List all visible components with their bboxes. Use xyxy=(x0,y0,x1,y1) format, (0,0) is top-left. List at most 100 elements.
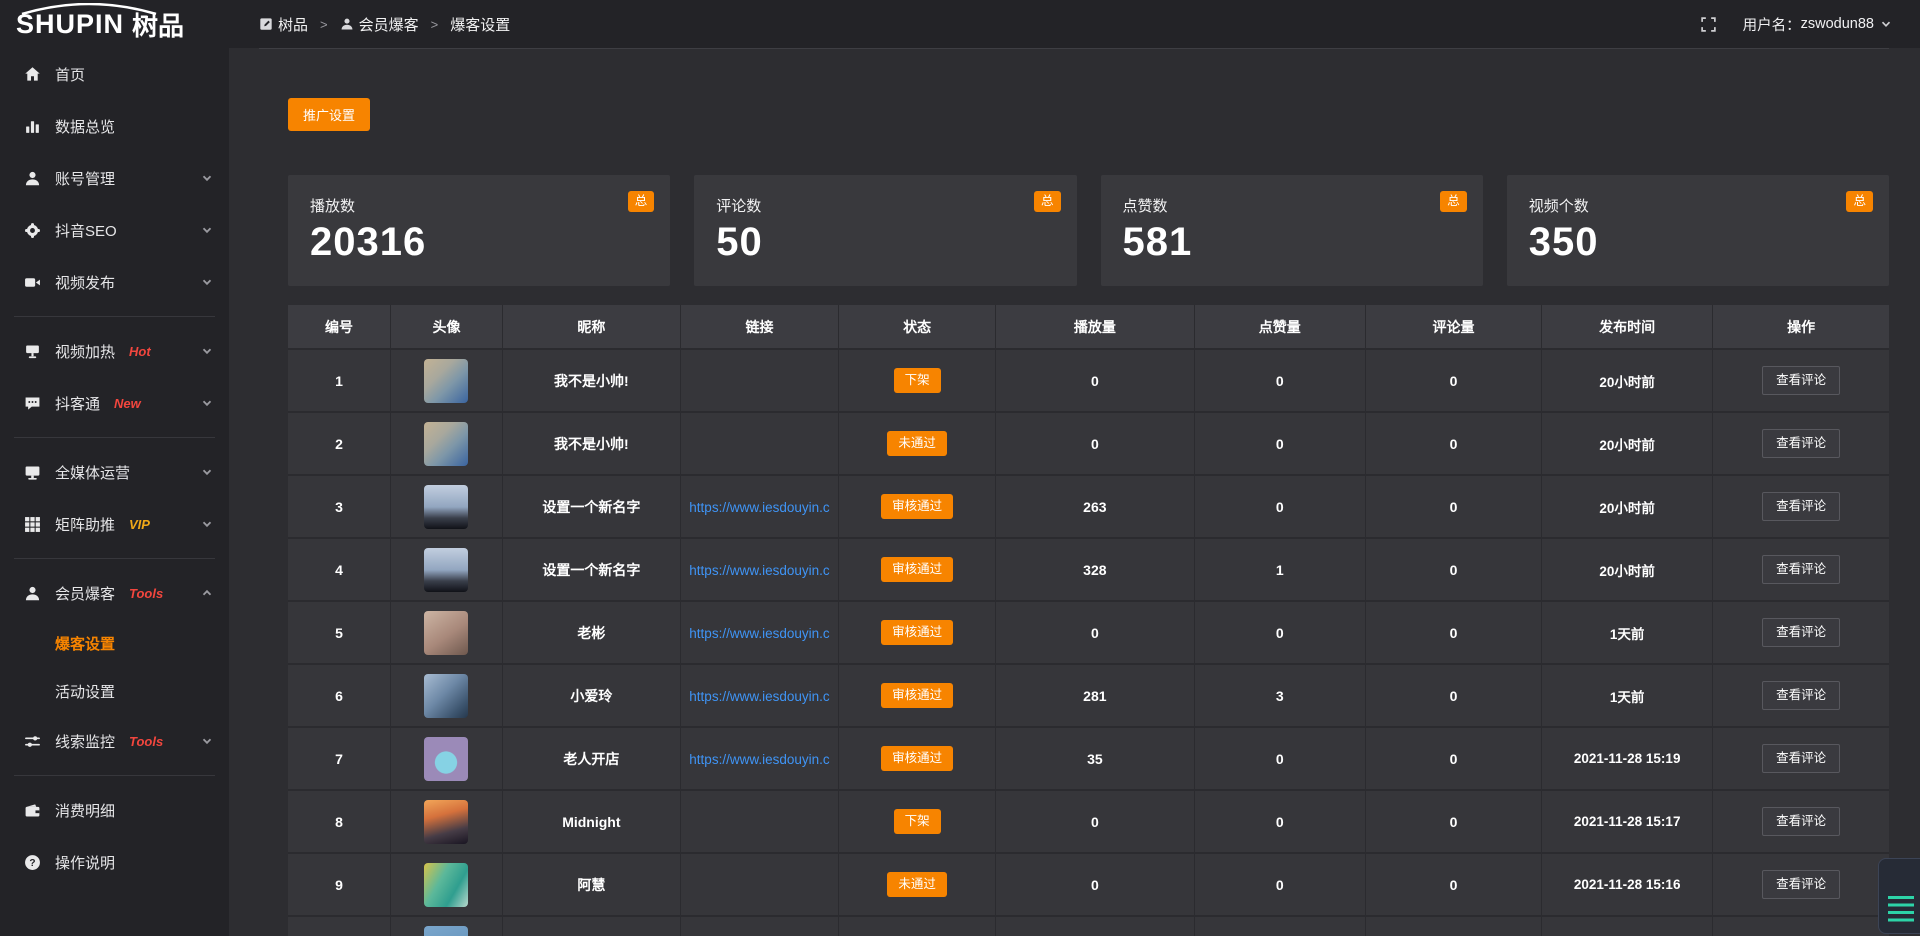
status-badge[interactable]: 下架 xyxy=(894,368,941,393)
cell-link: https://www.iesdouyin.c xyxy=(680,475,838,538)
avatar xyxy=(424,926,468,936)
cell-action: 查看评论 xyxy=(1713,853,1889,916)
cell-plays xyxy=(996,916,1195,936)
status-badge[interactable]: 未通过 xyxy=(887,431,947,456)
promotion-settings-button[interactable]: 推广设置 xyxy=(288,98,370,131)
sidebar-item-clue-monitor[interactable]: 线索监控 Tools xyxy=(0,715,229,767)
sidebar-item-omni-media[interactable]: 全媒体运营 xyxy=(0,446,229,498)
view-comments-button[interactable]: 查看评论 xyxy=(1762,807,1840,836)
grid-icon xyxy=(24,516,41,533)
sidebar-item-home[interactable]: 首页 xyxy=(0,48,229,100)
sidebar-item-video-publish[interactable]: 视频发布 xyxy=(0,256,229,308)
view-comments-button[interactable]: 查看评论 xyxy=(1762,492,1840,521)
sidebar-item-matrix-boost[interactable]: 矩阵助推VIP xyxy=(0,498,229,550)
stat-total-badge: 总 xyxy=(1440,191,1467,212)
cell-id: 7 xyxy=(288,727,390,790)
video-link[interactable]: https://www.iesdouyin.c xyxy=(689,626,829,641)
table-row: 7老人开店https://www.iesdouyin.c审核通过35002021… xyxy=(288,727,1889,790)
status-badge[interactable]: 审核通过 xyxy=(881,746,953,771)
cell-action xyxy=(1713,916,1889,936)
cell-plays: 0 xyxy=(996,790,1195,853)
app-logo[interactable]: SHUPIN 树品 xyxy=(0,0,229,48)
table-row: 4设置一个新名字https://www.iesdouyin.c审核通过32810… xyxy=(288,538,1889,601)
video-link[interactable]: https://www.iesdouyin.c xyxy=(689,563,829,578)
sidebar-item-badge: Tools xyxy=(129,586,163,601)
cell-plays: 0 xyxy=(996,853,1195,916)
stat-value: 50 xyxy=(716,220,1076,265)
floating-widget[interactable] xyxy=(1878,858,1920,934)
column-header: 昵称 xyxy=(503,305,681,349)
sidebar-subitem-baoke-settings[interactable]: 爆客设置 xyxy=(0,619,229,667)
cell-link: https://www.iesdouyin.c xyxy=(680,664,838,727)
status-badge[interactable]: 审核通过 xyxy=(881,557,953,582)
view-comments-button[interactable]: 查看评论 xyxy=(1762,618,1840,647)
cell-likes: 1 xyxy=(1194,538,1365,601)
user-icon xyxy=(24,170,41,187)
home-icon xyxy=(24,66,41,83)
cell-avatar xyxy=(390,475,502,538)
status-badge[interactable]: 审核通过 xyxy=(881,620,953,645)
video-icon xyxy=(24,274,41,291)
breadcrumb-label: 爆客设置 xyxy=(450,14,510,35)
sidebar-item-operation-guide[interactable]: ?操作说明 xyxy=(0,836,229,888)
stat-cards: 播放数20316总评论数50总点赞数581总视频个数350总 xyxy=(288,175,1889,286)
cell-publish-time: 20小时前 xyxy=(1542,412,1713,475)
cell-id: 6 xyxy=(288,664,390,727)
view-comments-button[interactable]: 查看评论 xyxy=(1762,744,1840,773)
user-menu[interactable]: 用户名： zswodun88 xyxy=(1743,14,1892,35)
sidebar-item-douyin-seo[interactable]: 抖音SEO xyxy=(0,204,229,256)
view-comments-button[interactable]: 查看评论 xyxy=(1762,681,1840,710)
cell-plays: 35 xyxy=(996,727,1195,790)
video-link[interactable]: https://www.iesdouyin.c xyxy=(689,689,829,704)
sidebar-item-account-management[interactable]: 账号管理 xyxy=(0,152,229,204)
status-badge[interactable]: 审核通过 xyxy=(881,494,953,519)
cell-link: https://www.iesdouyin.c xyxy=(680,538,838,601)
sidebar-item-badge: Tools xyxy=(129,734,163,749)
view-comments-button[interactable]: 查看评论 xyxy=(1762,429,1840,458)
fullscreen-icon[interactable] xyxy=(1700,16,1717,33)
breadcrumb-item-member-baoke[interactable]: 会员爆客 xyxy=(340,14,419,35)
cell-avatar xyxy=(390,853,502,916)
breadcrumb-item-shupin[interactable]: 树品 xyxy=(259,14,308,35)
sidebar-item-video-heat[interactable]: 视频加热Hot xyxy=(0,325,229,377)
sidebar-item-data-overview[interactable]: 数据总览 xyxy=(0,100,229,152)
column-header: 状态 xyxy=(839,305,996,349)
sidebar-item-consumption-detail[interactable]: 消费明细 xyxy=(0,784,229,836)
sidebar-item-label: 消费明细 xyxy=(55,800,115,821)
stat-card-likes: 点赞数581总 xyxy=(1101,175,1483,286)
sidebar-item-douketong[interactable]: 抖客通New xyxy=(0,377,229,429)
video-link[interactable]: https://www.iesdouyin.c xyxy=(689,500,829,515)
cell-link: https://www.iesdouyin.c xyxy=(680,727,838,790)
cell-status xyxy=(839,916,996,936)
stat-total-badge: 总 xyxy=(628,191,655,212)
status-badge[interactable]: 审核通过 xyxy=(881,683,953,708)
sidebar-subitem-activity-settings[interactable]: 活动设置 xyxy=(0,667,229,715)
cell-id: 9 xyxy=(288,853,390,916)
topbar-divider xyxy=(259,48,1889,49)
floating-widget-bars xyxy=(1888,896,1914,924)
sidebar-item-label: 线索监控 xyxy=(55,731,115,752)
cell-comments: 0 xyxy=(1365,664,1541,727)
cell-comments: 0 xyxy=(1365,853,1541,916)
status-badge[interactable]: 下架 xyxy=(894,809,941,834)
sidebar-subitem-label: 爆客设置 xyxy=(55,633,115,654)
cell-link xyxy=(680,853,838,916)
video-link[interactable]: https://www.iesdouyin.c xyxy=(689,752,829,767)
cell-nickname: Midnight xyxy=(503,790,681,853)
member-icon xyxy=(24,585,41,602)
chevron-down-icon xyxy=(201,397,213,409)
table-row xyxy=(288,916,1889,936)
cell-plays: 0 xyxy=(996,601,1195,664)
sidebar-item-badge: Hot xyxy=(129,344,151,359)
dashboard-icon xyxy=(259,17,273,31)
view-comments-button[interactable]: 查看评论 xyxy=(1762,870,1840,899)
sidebar-item-member-baoke[interactable]: 会员爆客Tools xyxy=(0,567,229,619)
cell-publish-time: 20小时前 xyxy=(1542,475,1713,538)
cell-id: 5 xyxy=(288,601,390,664)
view-comments-button[interactable]: 查看评论 xyxy=(1762,555,1840,584)
table-row: 2我不是小帅!未通过00020小时前查看评论 xyxy=(288,412,1889,475)
column-header: 点赞量 xyxy=(1194,305,1365,349)
cell-avatar xyxy=(390,727,502,790)
status-badge[interactable]: 未通过 xyxy=(887,872,947,897)
view-comments-button[interactable]: 查看评论 xyxy=(1762,366,1840,395)
